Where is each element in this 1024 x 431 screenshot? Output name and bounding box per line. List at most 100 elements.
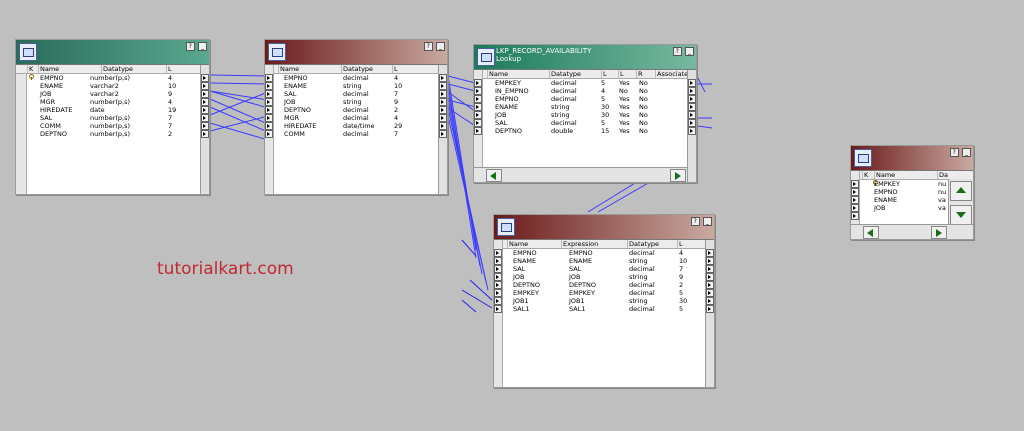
port-connector[interactable] xyxy=(265,74,273,82)
scroll-up-button[interactable] xyxy=(950,181,972,201)
port-row[interactable]: ENAME string 10 xyxy=(274,82,447,90)
port-connector[interactable] xyxy=(688,103,696,111)
port-connector[interactable] xyxy=(439,90,447,98)
port-row[interactable]: SAL number(p,s) 7 xyxy=(16,114,201,122)
minimize-button[interactable]: _ xyxy=(436,42,445,51)
port-row[interactable]: DEPTNO double 15 Yes No xyxy=(483,127,688,135)
lookup-title-bar[interactable]: LKP_RECORD_AVAILABILITY Lookup ? _ xyxy=(474,45,696,70)
source-qualifier[interactable]: ? _ Name Datatype L EMPNO decimal 4 ENAME st… xyxy=(264,39,448,195)
port-row[interactable]: COMM number(p,s) 7 xyxy=(16,122,201,130)
port-row[interactable]: HIREDATE date/time 29 xyxy=(274,122,447,130)
port-connector[interactable] xyxy=(494,289,502,297)
port-connector[interactable] xyxy=(201,106,209,114)
port-row[interactable]: EMPNO EMPNO decimal 4 xyxy=(503,249,706,257)
expr-title-bar[interactable]: ? _ xyxy=(494,215,714,240)
port-connector[interactable] xyxy=(474,103,482,111)
port-connector[interactable] xyxy=(494,257,502,265)
port-connector[interactable] xyxy=(706,305,714,313)
port-connector[interactable] xyxy=(265,82,273,90)
port-row[interactable]: SAL1 SAL1 decimal 5 xyxy=(503,305,706,313)
help-button[interactable]: ? xyxy=(672,47,682,56)
port-row[interactable]: MGR number(p,s) 4 xyxy=(16,98,201,106)
port-connector[interactable] xyxy=(706,289,714,297)
port-connector[interactable] xyxy=(851,180,859,188)
sq-title-bar[interactable]: ? _ xyxy=(265,40,447,65)
port-connector[interactable] xyxy=(201,114,209,122)
port-row[interactable]: DEPTNO number(p,s) 2 xyxy=(16,130,201,138)
lookup-transformation[interactable]: LKP_RECORD_AVAILABILITY Lookup ? _ Name … xyxy=(473,44,697,183)
port-connector[interactable] xyxy=(439,82,447,90)
port-connector[interactable] xyxy=(265,98,273,106)
port-connector[interactable] xyxy=(439,130,447,138)
source-definition[interactable]: ? _ K Name Datatype L EMPNO number(p,s) 4 E… xyxy=(15,39,210,195)
port-row[interactable]: DEPTNO decimal 2 xyxy=(274,106,447,114)
expression-transformation[interactable]: ? _ Name Expression Datatype L EMPNO EMPN… xyxy=(493,214,715,388)
port-connector[interactable] xyxy=(688,95,696,103)
port-connector[interactable] xyxy=(474,79,482,87)
port-connector[interactable] xyxy=(265,106,273,114)
port-connector[interactable] xyxy=(439,122,447,130)
port-row[interactable]: DEPTNO DEPTNO decimal 2 xyxy=(503,281,706,289)
port-row[interactable]: HIREDATE date 19 xyxy=(16,106,201,114)
lookup-hscroll[interactable] xyxy=(474,167,688,182)
target-title-bar[interactable]: ? _ xyxy=(851,146,973,171)
port-row[interactable]: JOB JOB string 9 xyxy=(503,273,706,281)
port-connector[interactable] xyxy=(706,257,714,265)
target-definition[interactable]: ? _ K Name Da EMPKEY nu EMPNO nu ENAME va JOB v… xyxy=(850,145,974,240)
port-connector[interactable] xyxy=(851,212,859,220)
port-connector[interactable] xyxy=(688,127,696,135)
port-connector[interactable] xyxy=(494,281,502,289)
port-connector[interactable] xyxy=(201,98,209,106)
port-connector[interactable] xyxy=(201,130,209,138)
port-connector[interactable] xyxy=(201,74,209,82)
port-connector[interactable] xyxy=(474,127,482,135)
port-connector[interactable] xyxy=(706,265,714,273)
port-row[interactable]: COMM decimal 7 xyxy=(274,130,447,138)
port-connector[interactable] xyxy=(474,95,482,103)
port-connector[interactable] xyxy=(851,204,859,212)
scroll-left-button[interactable] xyxy=(486,169,502,182)
scroll-right-button[interactable] xyxy=(931,226,947,239)
port-connector[interactable] xyxy=(439,74,447,82)
port-connector[interactable] xyxy=(265,130,273,138)
port-connector[interactable] xyxy=(201,122,209,130)
help-button[interactable]: ? xyxy=(423,42,433,51)
target-vscroll[interactable] xyxy=(948,179,973,225)
port-connector[interactable] xyxy=(494,249,502,257)
port-connector[interactable] xyxy=(474,87,482,95)
port-connector[interactable] xyxy=(474,119,482,127)
minimize-button[interactable]: _ xyxy=(703,217,712,226)
port-connector[interactable] xyxy=(706,249,714,257)
port-connector[interactable] xyxy=(688,119,696,127)
port-connector[interactable] xyxy=(439,114,447,122)
scroll-down-button[interactable] xyxy=(950,205,972,225)
target-hscroll[interactable] xyxy=(851,224,973,239)
port-connector[interactable] xyxy=(494,297,502,305)
scroll-right-button[interactable] xyxy=(670,169,686,182)
port-connector[interactable] xyxy=(494,265,502,273)
port-row[interactable]: EMPNO decimal 4 xyxy=(274,74,447,82)
port-connector[interactable] xyxy=(851,196,859,204)
port-row[interactable]: JOB1 JOB1 string 30 xyxy=(503,297,706,305)
port-row[interactable]: EMPKEY EMPKEY decimal 5 xyxy=(503,289,706,297)
port-row[interactable]: MGR decimal 4 xyxy=(274,114,447,122)
port-connector[interactable] xyxy=(474,111,482,119)
port-connector[interactable] xyxy=(494,305,502,313)
port-row[interactable]: EMPNO number(p,s) 4 xyxy=(16,74,201,82)
port-connector[interactable] xyxy=(265,90,273,98)
port-connector[interactable] xyxy=(201,82,209,90)
port-connector[interactable] xyxy=(688,87,696,95)
port-connector[interactable] xyxy=(265,122,273,130)
port-connector[interactable] xyxy=(201,90,209,98)
port-row[interactable]: ENAME string 30 Yes No xyxy=(483,103,688,111)
port-row[interactable]: SAL decimal 7 xyxy=(274,90,447,98)
port-row[interactable]: JOB varchar2 9 xyxy=(16,90,201,98)
help-button[interactable]: ? xyxy=(690,217,700,226)
port-connector[interactable] xyxy=(688,79,696,87)
help-button[interactable]: ? xyxy=(949,148,959,157)
source-title-bar[interactable]: ? _ xyxy=(16,40,209,65)
port-row[interactable]: JOB string 30 Yes No xyxy=(483,111,688,119)
port-row[interactable]: IN_EMPNO decimal 4 No No xyxy=(483,87,688,95)
port-row[interactable]: EMPKEY decimal 5 Yes No xyxy=(483,79,688,87)
minimize-button[interactable]: _ xyxy=(198,42,207,51)
